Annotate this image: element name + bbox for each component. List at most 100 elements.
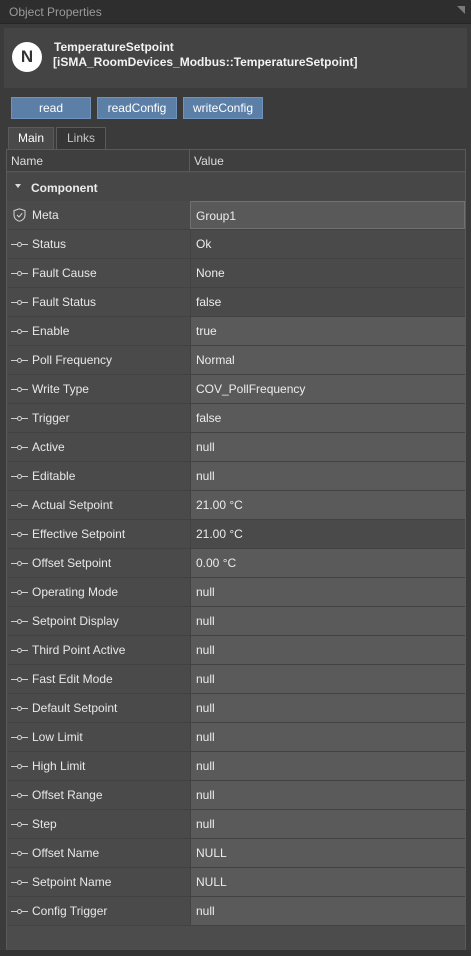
property-value-cell[interactable]: null: [190, 607, 465, 635]
property-name-cell: Offset Setpoint: [7, 549, 190, 577]
read-button[interactable]: read: [11, 97, 91, 119]
property-row[interactable]: Operating Mode null: [7, 578, 465, 607]
panel-titlebar: Object Properties: [0, 0, 471, 24]
property-value: null: [196, 440, 215, 454]
property-row[interactable]: Step null: [7, 810, 465, 839]
property-value: NULL: [196, 846, 227, 860]
property-row[interactable]: High Limit null: [7, 752, 465, 781]
property-value: null: [196, 614, 215, 628]
property-row[interactable]: Config Trigger null: [7, 897, 465, 926]
property-value-cell[interactable]: null: [190, 723, 465, 751]
property-row[interactable]: Default Setpoint null: [7, 694, 465, 723]
property-name-cell: Setpoint Display: [7, 607, 190, 635]
slot-icon: [11, 677, 28, 682]
slot-icon: [11, 648, 28, 653]
property-name: Editable: [32, 469, 76, 483]
property-row[interactable]: Actual Setpoint 21.00 °C: [7, 491, 465, 520]
property-value-cell[interactable]: null: [190, 810, 465, 838]
property-name: Fault Cause: [32, 266, 97, 280]
group-row-component[interactable]: Component: [7, 173, 465, 201]
property-value-cell[interactable]: null: [190, 897, 465, 925]
property-value: false: [196, 295, 222, 309]
property-row[interactable]: Active null: [7, 433, 465, 462]
property-value-cell[interactable]: null: [190, 694, 465, 722]
property-value: Ok: [196, 237, 212, 251]
property-row[interactable]: Setpoint Name NULL: [7, 868, 465, 897]
property-name-cell: Active: [7, 433, 190, 461]
tab-links[interactable]: Links: [56, 127, 106, 149]
property-value-cell[interactable]: null: [190, 462, 465, 490]
property-row[interactable]: Third Point Active null: [7, 636, 465, 665]
property-name-cell: Operating Mode: [7, 578, 190, 606]
property-name: Effective Setpoint: [32, 527, 126, 541]
property-value-cell[interactable]: NULL: [190, 839, 465, 867]
property-row[interactable]: Setpoint Display null: [7, 607, 465, 636]
property-row[interactable]: Meta Group1: [7, 201, 465, 230]
property-value-cell[interactable]: 0.00 °C: [190, 549, 465, 577]
read-config-button[interactable]: readConfig: [97, 97, 177, 119]
property-name-cell: Write Type: [7, 375, 190, 403]
property-name: High Limit: [32, 759, 86, 773]
property-row[interactable]: Offset Name NULL: [7, 839, 465, 868]
property-value: null: [196, 585, 215, 599]
property-row[interactable]: Offset Range null: [7, 781, 465, 810]
property-value-cell[interactable]: Normal: [190, 346, 465, 374]
slot-icon: [11, 909, 28, 914]
grid-header: Name Value: [7, 150, 465, 172]
slot-icon: [11, 445, 28, 450]
property-value-cell[interactable]: false: [190, 404, 465, 432]
property-row[interactable]: Poll Frequency Normal: [7, 346, 465, 375]
slot-icon: [11, 271, 28, 276]
property-row[interactable]: Enable true: [7, 317, 465, 346]
slot-icon: [11, 851, 28, 856]
property-value-cell[interactable]: null: [190, 433, 465, 461]
property-name: Step: [32, 817, 57, 831]
property-value-cell[interactable]: null: [190, 578, 465, 606]
property-name: Trigger: [32, 411, 70, 425]
panel-options-icon[interactable]: [457, 6, 465, 14]
property-value-cell[interactable]: Group1: [190, 201, 465, 229]
niagara-logo-icon: N: [12, 42, 42, 72]
property-name-cell: Fast Edit Mode: [7, 665, 190, 693]
property-value: null: [196, 672, 215, 686]
property-row[interactable]: Editable null: [7, 462, 465, 491]
property-name: Actual Setpoint: [32, 498, 113, 512]
property-name-cell: Offset Name: [7, 839, 190, 867]
tab-main[interactable]: Main: [8, 127, 54, 149]
property-name: Third Point Active: [32, 643, 126, 657]
slot-icon: [11, 503, 28, 508]
slot-icon: [11, 590, 28, 595]
property-row[interactable]: Fast Edit Mode null: [7, 665, 465, 694]
property-value-cell[interactable]: 21.00 °C: [190, 491, 465, 519]
property-value: true: [196, 324, 217, 338]
property-row[interactable]: Offset Setpoint 0.00 °C: [7, 549, 465, 578]
property-name-cell: Fault Status: [7, 288, 190, 316]
property-name-cell: Default Setpoint: [7, 694, 190, 722]
property-row[interactable]: Fault Status false: [7, 288, 465, 317]
property-value-cell[interactable]: null: [190, 636, 465, 664]
property-name-cell: Step: [7, 810, 190, 838]
property-value: null: [196, 469, 215, 483]
property-value-cell[interactable]: null: [190, 752, 465, 780]
property-row[interactable]: Status Ok: [7, 230, 465, 259]
property-row[interactable]: Fault Cause None: [7, 259, 465, 288]
property-row[interactable]: Trigger false: [7, 404, 465, 433]
property-name: Offset Range: [32, 788, 103, 802]
property-value-cell[interactable]: null: [190, 665, 465, 693]
property-rows: Meta Group1 Status Ok Fault Cause None Fault S…: [7, 201, 465, 926]
slot-icon: [11, 387, 28, 392]
column-header-name[interactable]: Name: [11, 154, 43, 168]
slot-icon: [11, 706, 28, 711]
property-row[interactable]: Write Type COV_PollFrequency: [7, 375, 465, 404]
write-config-button[interactable]: writeConfig: [183, 97, 263, 119]
property-name-cell: Fault Cause: [7, 259, 190, 287]
property-row[interactable]: Low Limit null: [7, 723, 465, 752]
property-value-cell[interactable]: COV_PollFrequency: [190, 375, 465, 403]
column-header-value[interactable]: Value: [194, 154, 224, 168]
property-row[interactable]: Effective Setpoint 21.00 °C: [7, 520, 465, 549]
property-value-cell[interactable]: true: [190, 317, 465, 345]
column-divider[interactable]: [189, 150, 190, 172]
property-value-cell[interactable]: NULL: [190, 868, 465, 896]
chevron-down-icon[interactable]: [15, 184, 21, 188]
property-value-cell[interactable]: null: [190, 781, 465, 809]
